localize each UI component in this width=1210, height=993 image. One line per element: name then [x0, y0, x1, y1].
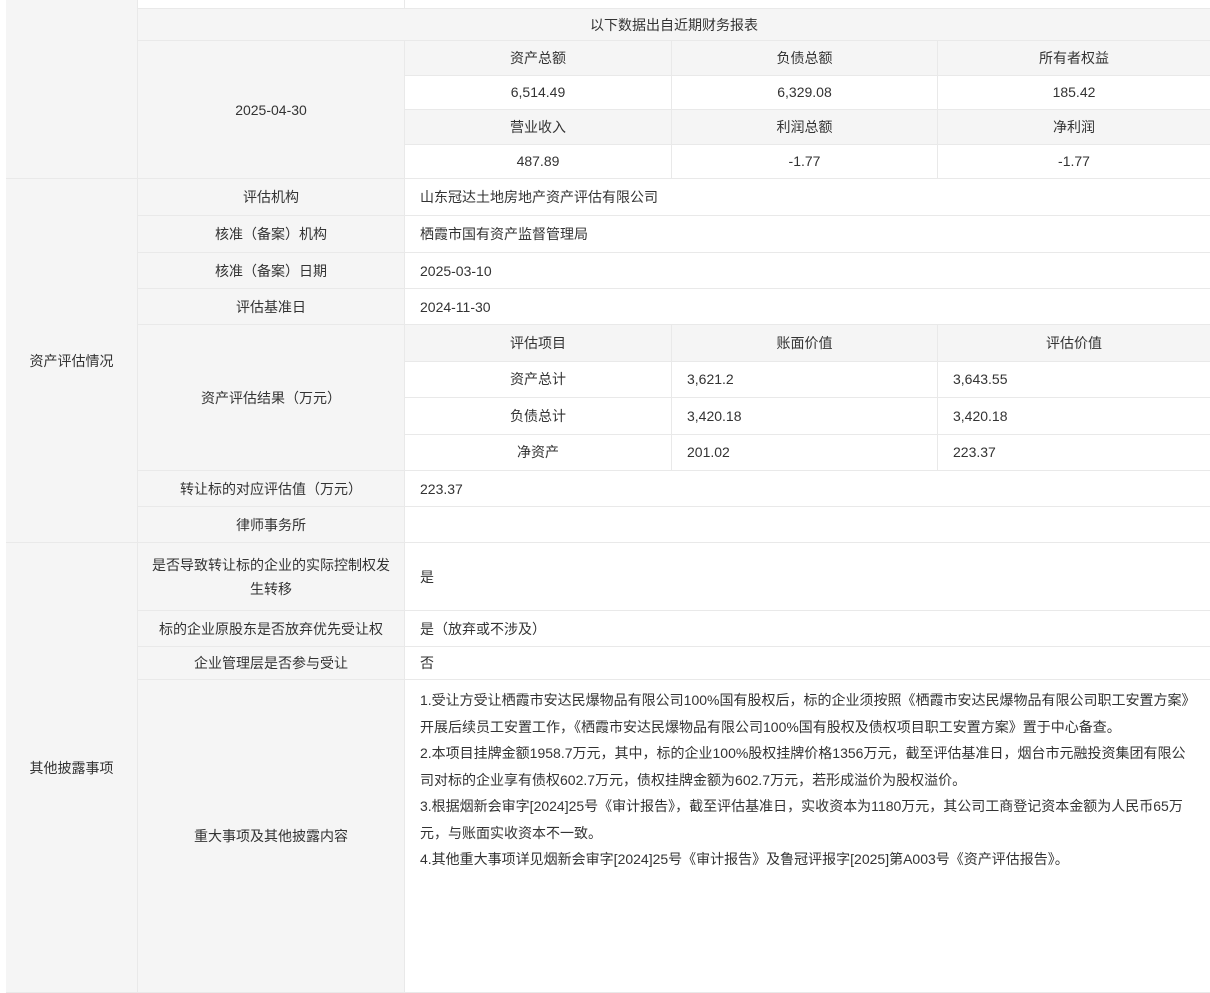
- appraised-value: 3,643.55: [938, 362, 1210, 398]
- valuation-section: 资产评估情况 评估机构 山东冠达土地房地产资产评估有限公司 核准（备案）机构 栖…: [6, 179, 1210, 543]
- disclosure-section: 其他披露事项 是否导致转让标的企业的实际控制权发生转移 是 标的企业原股东是否放…: [6, 543, 1210, 993]
- col-header: 利润总额: [672, 110, 938, 144]
- cell-owner-equity: 185.42: [938, 76, 1210, 110]
- cutoff-row: [138, 0, 1210, 9]
- col-header: 评估项目: [405, 325, 672, 361]
- field-row: 是否导致转让标的企业的实际控制权发生转移 是: [138, 543, 1210, 611]
- field-value-appraiser: 山东冠达土地房地产资产评估有限公司: [405, 179, 1210, 215]
- appraised-value: 223.37: [938, 435, 1210, 471]
- row-label: 净资产: [405, 435, 672, 471]
- cutoff-value-cell: [405, 0, 1210, 8]
- cell-net-profit: -1.77: [938, 145, 1210, 179]
- valuation-row-net-assets: 净资产 201.02 223.37: [405, 435, 1210, 471]
- col-header: 营业收入: [405, 110, 672, 144]
- field-row: 转让标的对应评估值（万元） 223.37: [138, 471, 1210, 507]
- col-header: 负债总额: [672, 41, 938, 75]
- col-header: 账面价值: [672, 325, 938, 361]
- col-header: 资产总额: [405, 41, 672, 75]
- financial-section: 以下数据出自近期财务报表 2025-04-30 资产总额 负债总额 所有者权益 …: [6, 0, 1210, 179]
- field-row: 标的企业原股东是否放弃优先受让权 是（放弃或不涉及）: [138, 611, 1210, 647]
- financial-banner-text: 以下数据出自近期财务报表: [590, 15, 758, 35]
- field-label-valuation-result: 资产评估结果（万元）: [138, 325, 405, 470]
- cell-total-profit: -1.77: [672, 145, 938, 179]
- financial-banner: 以下数据出自近期财务报表: [138, 9, 1210, 41]
- cell-total-assets: 6,514.49: [405, 76, 672, 110]
- valuation-subtable: 评估项目 账面价值 评估价值 资产总计 3,621.2 3,643.55 负债总…: [405, 325, 1210, 470]
- field-value-preemptive-right: 是（放弃或不涉及）: [405, 611, 1210, 646]
- field-label-control-transfer: 是否导致转让标的企业的实际控制权发生转移: [138, 543, 405, 610]
- field-label-target-value: 转让标的对应评估值（万元）: [138, 471, 405, 506]
- major-disclosure-row: 重大事项及其他披露内容 1.受让方受让栖霞市安达民爆物品有限公司100%国有股权…: [138, 680, 1210, 992]
- field-row: 核准（备案）日期 2025-03-10: [138, 253, 1210, 289]
- book-value: 3,621.2: [672, 362, 938, 398]
- field-label-approval-date: 核准（备案）日期: [138, 253, 405, 288]
- field-label-preemptive-right: 标的企业原股东是否放弃优先受让权: [138, 611, 405, 646]
- field-label-approval-agency: 核准（备案）机构: [138, 216, 405, 252]
- row-label: 资产总计: [405, 362, 672, 398]
- disclosure-item-3: 3.根据烟新会审字[2024]25号《审计报告》，截至评估基准日，实收资本为11…: [420, 793, 1195, 846]
- field-value-management-participation: 否: [405, 647, 1210, 679]
- valuation-result-row: 资产评估结果（万元） 评估项目 账面价值 评估价值 资产总计 3,621.2 3…: [138, 325, 1210, 471]
- valuation-row-total-liabilities: 负债总计 3,420.18 3,420.18: [405, 398, 1210, 435]
- financial-value-row-2: 487.89 -1.77 -1.77: [405, 145, 1210, 179]
- field-label-appraiser: 评估机构: [138, 179, 405, 215]
- financial-group-cell: [6, 0, 138, 178]
- valuation-row-total-assets: 资产总计 3,621.2 3,643.55: [405, 362, 1210, 399]
- book-value: 201.02: [672, 435, 938, 471]
- field-value-approval-date: 2025-03-10: [405, 253, 1210, 288]
- book-value: 3,420.18: [672, 398, 938, 434]
- field-value-target-value: 223.37: [405, 471, 1210, 506]
- valuation-header-row: 评估项目 账面价值 评估价值: [405, 325, 1210, 362]
- col-header: 所有者权益: [938, 41, 1210, 75]
- cell-total-liabilities: 6,329.08: [672, 76, 938, 110]
- field-value-approval-agency: 栖霞市国有资产监督管理局: [405, 216, 1210, 252]
- cutoff-label-cell: [138, 0, 405, 8]
- financial-value-row-1: 6,514.49 6,329.08 185.42: [405, 76, 1210, 111]
- listing-detail-table: 以下数据出自近期财务报表 2025-04-30 资产总额 负债总额 所有者权益 …: [6, 0, 1210, 993]
- field-row: 企业管理层是否参与受让 否: [138, 647, 1210, 680]
- disclosure-item-4: 4.其他重大事项详见烟新会审字[2024]25号《审计报告》及鲁冠评报字[202…: [420, 846, 1195, 873]
- col-header: 净利润: [938, 110, 1210, 144]
- field-value-major-disclosure: 1.受让方受让栖霞市安达民爆物品有限公司100%国有股权后，标的企业须按照《栖霞…: [405, 680, 1210, 992]
- field-row: 评估机构 山东冠达土地房地产资产评估有限公司: [138, 179, 1210, 216]
- field-row: 律师事务所: [138, 507, 1210, 542]
- report-date-label: 2025-04-30: [138, 41, 405, 178]
- financial-subtable: 资产总额 负债总额 所有者权益 6,514.49 6,329.08 185.42…: [405, 41, 1210, 178]
- financial-data-row: 2025-04-30 资产总额 负债总额 所有者权益 6,514.49 6,32…: [138, 41, 1210, 178]
- field-row: 核准（备案）机构 栖霞市国有资产监督管理局: [138, 216, 1210, 253]
- row-label: 负债总计: [405, 398, 672, 434]
- disclosure-item-1: 1.受让方受让栖霞市安达民爆物品有限公司100%国有股权后，标的企业须按照《栖霞…: [420, 687, 1195, 740]
- disclosure-group-label: 其他披露事项: [6, 543, 138, 992]
- field-row: 评估基准日 2024-11-30: [138, 289, 1210, 325]
- field-value-base-date: 2024-11-30: [405, 289, 1210, 324]
- cell-revenue: 487.89: [405, 145, 672, 179]
- financial-header-row-2: 营业收入 利润总额 净利润: [405, 110, 1210, 145]
- field-label-major-disclosure: 重大事项及其他披露内容: [138, 680, 405, 992]
- financial-header-row-1: 资产总额 负债总额 所有者权益: [405, 41, 1210, 76]
- field-value-law-firm: [405, 507, 1210, 542]
- valuation-group-label: 资产评估情况: [6, 179, 138, 542]
- field-label-management-participation: 企业管理层是否参与受让: [138, 647, 405, 679]
- field-label-law-firm: 律师事务所: [138, 507, 405, 542]
- disclosure-item-2: 2.本项目挂牌金额1958.7万元，其中，标的企业100%股权挂牌价格1356万…: [420, 740, 1195, 793]
- appraised-value: 3,420.18: [938, 398, 1210, 434]
- field-value-control-transfer: 是: [405, 543, 1210, 610]
- field-label-base-date: 评估基准日: [138, 289, 405, 324]
- col-header: 评估价值: [938, 325, 1210, 361]
